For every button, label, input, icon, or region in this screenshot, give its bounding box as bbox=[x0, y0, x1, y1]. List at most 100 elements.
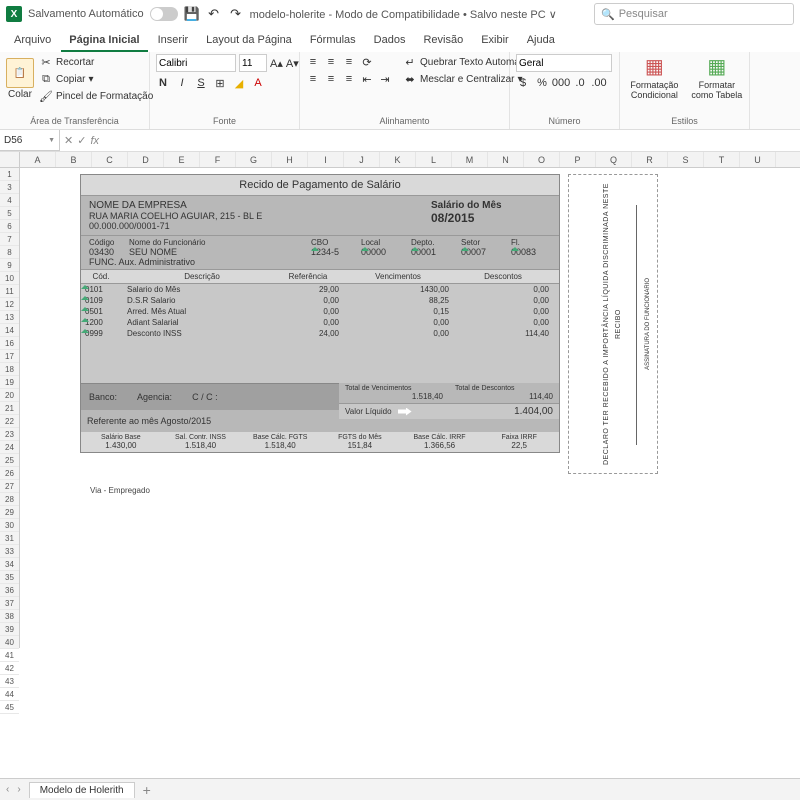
col-header[interactable]: L bbox=[416, 152, 452, 167]
redo-icon[interactable]: ↷ bbox=[228, 6, 244, 22]
col-header[interactable]: B bbox=[56, 152, 92, 167]
row-header[interactable]: 38 bbox=[0, 610, 19, 623]
row-header[interactable]: 5 bbox=[0, 207, 19, 220]
format-table-button[interactable]: Formatar como Tabela bbox=[691, 80, 743, 100]
row-header[interactable]: 1 bbox=[0, 168, 19, 181]
align-bot-icon[interactable]: ≡ bbox=[342, 55, 356, 69]
tab-ajuda[interactable]: Ajuda bbox=[519, 30, 563, 52]
col-header[interactable]: A bbox=[20, 152, 56, 167]
align-right-icon[interactable]: ≡ bbox=[342, 72, 356, 86]
align-mid-icon[interactable]: ≡ bbox=[324, 55, 338, 69]
format-painter-button[interactable]: 🖌Pincel de Formatação bbox=[37, 88, 155, 104]
row-header[interactable]: 8 bbox=[0, 246, 19, 259]
row-header[interactable]: 20 bbox=[0, 389, 19, 402]
inc-decimal-icon[interactable]: .0 bbox=[573, 76, 587, 90]
row-header[interactable]: 4 bbox=[0, 194, 19, 207]
undo-icon[interactable]: ↶ bbox=[206, 6, 222, 22]
currency-icon[interactable]: $ bbox=[516, 76, 530, 90]
col-header[interactable]: T bbox=[704, 152, 740, 167]
col-header[interactable]: D bbox=[128, 152, 164, 167]
copy-button[interactable]: ⧉Copiar ▾ bbox=[37, 71, 155, 87]
row-header[interactable]: 13 bbox=[0, 311, 19, 324]
col-header[interactable]: C bbox=[92, 152, 128, 167]
row-header[interactable]: 12 bbox=[0, 298, 19, 311]
align-left-icon[interactable]: ≡ bbox=[306, 72, 320, 86]
row-header[interactable]: 41 bbox=[0, 649, 19, 662]
row-header[interactable]: 31 bbox=[0, 532, 19, 545]
row-header[interactable]: 27 bbox=[0, 480, 19, 493]
save-icon[interactable]: 💾 bbox=[184, 6, 200, 22]
col-header[interactable]: P bbox=[560, 152, 596, 167]
paste-icon[interactable]: 📋 bbox=[6, 58, 34, 88]
row-header[interactable]: 39 bbox=[0, 623, 19, 636]
align-center-icon[interactable]: ≡ bbox=[324, 72, 338, 86]
col-header[interactable]: E bbox=[164, 152, 200, 167]
col-header[interactable]: M bbox=[452, 152, 488, 167]
worksheet[interactable]: Recido de Pagamento de Salário NOME DA E… bbox=[20, 168, 800, 648]
row-header[interactable]: 34 bbox=[0, 558, 19, 571]
row-header[interactable]: 6 bbox=[0, 220, 19, 233]
col-header[interactable]: Q bbox=[596, 152, 632, 167]
row-header[interactable]: 19 bbox=[0, 376, 19, 389]
tab-nav-next[interactable]: › bbox=[17, 784, 20, 795]
row-header[interactable]: 44 bbox=[0, 688, 19, 701]
row-header[interactable]: 25 bbox=[0, 454, 19, 467]
row-header[interactable]: 37 bbox=[0, 597, 19, 610]
col-header[interactable]: S bbox=[668, 152, 704, 167]
row-header[interactable]: 30 bbox=[0, 519, 19, 532]
row-header[interactable]: 26 bbox=[0, 467, 19, 480]
cond-format-button[interactable]: Formatação Condicional bbox=[626, 80, 683, 100]
autosave-toggle[interactable] bbox=[150, 7, 178, 21]
col-header[interactable]: J bbox=[344, 152, 380, 167]
col-header[interactable]: I bbox=[308, 152, 344, 167]
row-header[interactable]: 35 bbox=[0, 571, 19, 584]
underline-icon[interactable]: S bbox=[194, 76, 208, 90]
tab-dados[interactable]: Dados bbox=[366, 30, 414, 52]
search-input[interactable]: 🔍 Pesquisar bbox=[594, 3, 794, 25]
indent-dec-icon[interactable]: ⇤ bbox=[360, 72, 374, 86]
col-header[interactable]: H bbox=[272, 152, 308, 167]
font-color-icon[interactable]: A bbox=[251, 76, 265, 90]
row-header[interactable]: 11 bbox=[0, 285, 19, 298]
row-header[interactable]: 40 bbox=[0, 636, 19, 649]
orientation-icon[interactable]: ⟳ bbox=[360, 55, 374, 69]
row-header[interactable]: 14 bbox=[0, 324, 19, 337]
col-header[interactable]: R bbox=[632, 152, 668, 167]
row-header[interactable]: 9 bbox=[0, 259, 19, 272]
row-header[interactable]: 29 bbox=[0, 506, 19, 519]
row-header[interactable]: 43 bbox=[0, 675, 19, 688]
tab-inserir[interactable]: Inserir bbox=[150, 30, 197, 52]
row-header[interactable]: 3 bbox=[0, 181, 19, 194]
col-header[interactable]: U bbox=[740, 152, 776, 167]
row-header[interactable]: 10 bbox=[0, 272, 19, 285]
decrease-font-icon[interactable]: A▾ bbox=[286, 56, 299, 70]
row-header[interactable]: 23 bbox=[0, 428, 19, 441]
fill-color-icon[interactable]: ◢ bbox=[232, 76, 246, 90]
dec-decimal-icon[interactable]: .00 bbox=[592, 76, 606, 90]
row-header[interactable]: 28 bbox=[0, 493, 19, 506]
cond-format-icon[interactable]: ▦ bbox=[645, 54, 664, 79]
row-header[interactable]: 22 bbox=[0, 415, 19, 428]
tab-formulas[interactable]: Fórmulas bbox=[302, 30, 364, 52]
paste-button[interactable]: Colar bbox=[8, 89, 32, 100]
italic-icon[interactable]: I bbox=[175, 76, 189, 90]
number-format-select[interactable] bbox=[516, 54, 612, 72]
col-header[interactable]: F bbox=[200, 152, 236, 167]
row-header[interactable]: 33 bbox=[0, 545, 19, 558]
row-header[interactable]: 42 bbox=[0, 662, 19, 675]
sheet-tab[interactable]: Modelo de Holerith bbox=[29, 782, 135, 798]
percent-icon[interactable]: % bbox=[535, 76, 549, 90]
cancel-formula-icon[interactable]: ✕ bbox=[64, 134, 73, 147]
align-top-icon[interactable]: ≡ bbox=[306, 55, 320, 69]
border-icon[interactable]: ⊞ bbox=[213, 76, 227, 90]
col-header[interactable]: K bbox=[380, 152, 416, 167]
doc-title[interactable]: modelo-holerite - Modo de Compatibilidad… bbox=[250, 8, 557, 21]
row-header[interactable]: 18 bbox=[0, 363, 19, 376]
row-header[interactable]: 21 bbox=[0, 402, 19, 415]
increase-font-icon[interactable]: A▴ bbox=[270, 56, 283, 70]
confirm-formula-icon[interactable]: ✓ bbox=[77, 134, 86, 147]
row-header[interactable]: 24 bbox=[0, 441, 19, 454]
col-header[interactable]: N bbox=[488, 152, 524, 167]
name-box[interactable]: D56▼ bbox=[0, 130, 60, 151]
formula-bar[interactable] bbox=[103, 130, 800, 151]
